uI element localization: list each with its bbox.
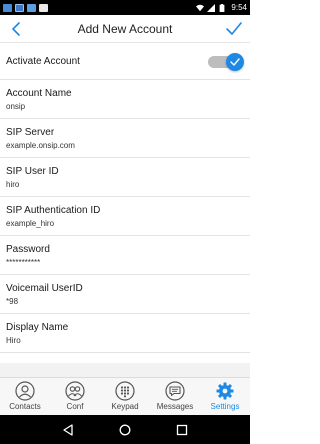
nav-label: Keypad — [111, 402, 139, 411]
field-value: hiro — [6, 180, 20, 189]
notification-icon — [3, 3, 12, 12]
nav-label: Conf — [66, 402, 84, 411]
group-icon — [65, 381, 85, 401]
person-icon — [15, 381, 35, 401]
status-bar: 9:54 — [0, 0, 250, 15]
screen: 9:54 Add New Account Activate Account Ac… — [0, 0, 250, 444]
sip-server-field[interactable]: SIP Server example.onsip.com — [0, 119, 250, 158]
page-title: Add New Account — [77, 21, 173, 36]
nav-item-conf[interactable]: Conf — [50, 378, 100, 415]
voicemail-userid-field[interactable]: Voicemail UserID *98 — [0, 275, 250, 314]
toggle-thumb — [226, 52, 244, 71]
password-field[interactable]: Password *********** — [0, 236, 250, 275]
save-button[interactable] — [224, 19, 244, 39]
clock: 9:54 — [231, 3, 247, 12]
account-form: Activate Account Account Name onsip SIP … — [0, 44, 250, 353]
field-label: Account Name — [6, 88, 72, 99]
nav-item-messages[interactable]: Messages — [150, 378, 200, 415]
display-name-field[interactable]: Display Name Hiro — [0, 314, 250, 353]
nav-label: Messages — [156, 402, 194, 411]
field-label: SIP Server — [6, 127, 55, 138]
square-recents-icon — [176, 424, 187, 435]
chevron-left-icon — [11, 22, 20, 36]
field-value: onsip — [6, 102, 26, 111]
notification-icons — [3, 3, 48, 12]
signal-icon — [207, 3, 216, 12]
back-button[interactable] — [6, 19, 26, 39]
content-spacer — [0, 363, 250, 377]
field-label: Voicemail UserID — [6, 283, 83, 294]
activate-account-row[interactable]: Activate Account — [0, 44, 250, 80]
system-recents-button[interactable] — [175, 423, 189, 437]
nav-item-settings[interactable]: Settings — [200, 378, 250, 415]
activate-account-toggle[interactable] — [208, 52, 244, 71]
system-nav-bar — [0, 415, 250, 444]
keypad-icon — [115, 381, 135, 401]
system-home-button[interactable] — [118, 423, 132, 437]
notification-icon — [27, 3, 36, 12]
sip-user-id-field[interactable]: SIP User ID hiro — [0, 158, 250, 197]
checkmark-icon — [230, 57, 240, 66]
battery-icon — [220, 3, 225, 12]
activate-account-label: Activate Account — [6, 56, 80, 67]
nav-item-contacts[interactable]: Contacts — [0, 378, 50, 415]
checkmark-icon — [226, 22, 242, 35]
bottom-nav: Contacts Conf Keypad Messages Settings — [0, 377, 250, 415]
notification-icon — [39, 3, 48, 12]
field-value: example_hiro — [6, 219, 55, 228]
triangle-back-icon — [63, 423, 73, 436]
system-back-button[interactable] — [61, 423, 75, 437]
notification-icon — [15, 3, 24, 12]
field-label: Password — [6, 244, 50, 255]
gear-icon — [216, 382, 234, 400]
field-value: *********** — [6, 258, 41, 267]
field-value: *98 — [6, 297, 19, 306]
nav-label: Contacts — [9, 402, 41, 411]
field-value: Hiro — [6, 336, 21, 345]
chat-icon — [165, 381, 185, 401]
circle-home-icon — [119, 424, 131, 435]
nav-label: Settings — [210, 402, 240, 411]
nav-item-keypad[interactable]: Keypad — [100, 378, 150, 415]
status-indicators: 9:54 — [196, 3, 247, 12]
app-header: Add New Account — [0, 15, 250, 43]
wifi-icon — [196, 4, 205, 11]
field-label: SIP Authentication ID — [6, 205, 101, 216]
field-label: SIP User ID — [6, 166, 59, 177]
account-name-field[interactable]: Account Name onsip — [0, 80, 250, 119]
field-label: Display Name — [6, 322, 69, 333]
sip-auth-id-field[interactable]: SIP Authentication ID example_hiro — [0, 197, 250, 236]
field-value: example.onsip.com — [6, 141, 75, 150]
